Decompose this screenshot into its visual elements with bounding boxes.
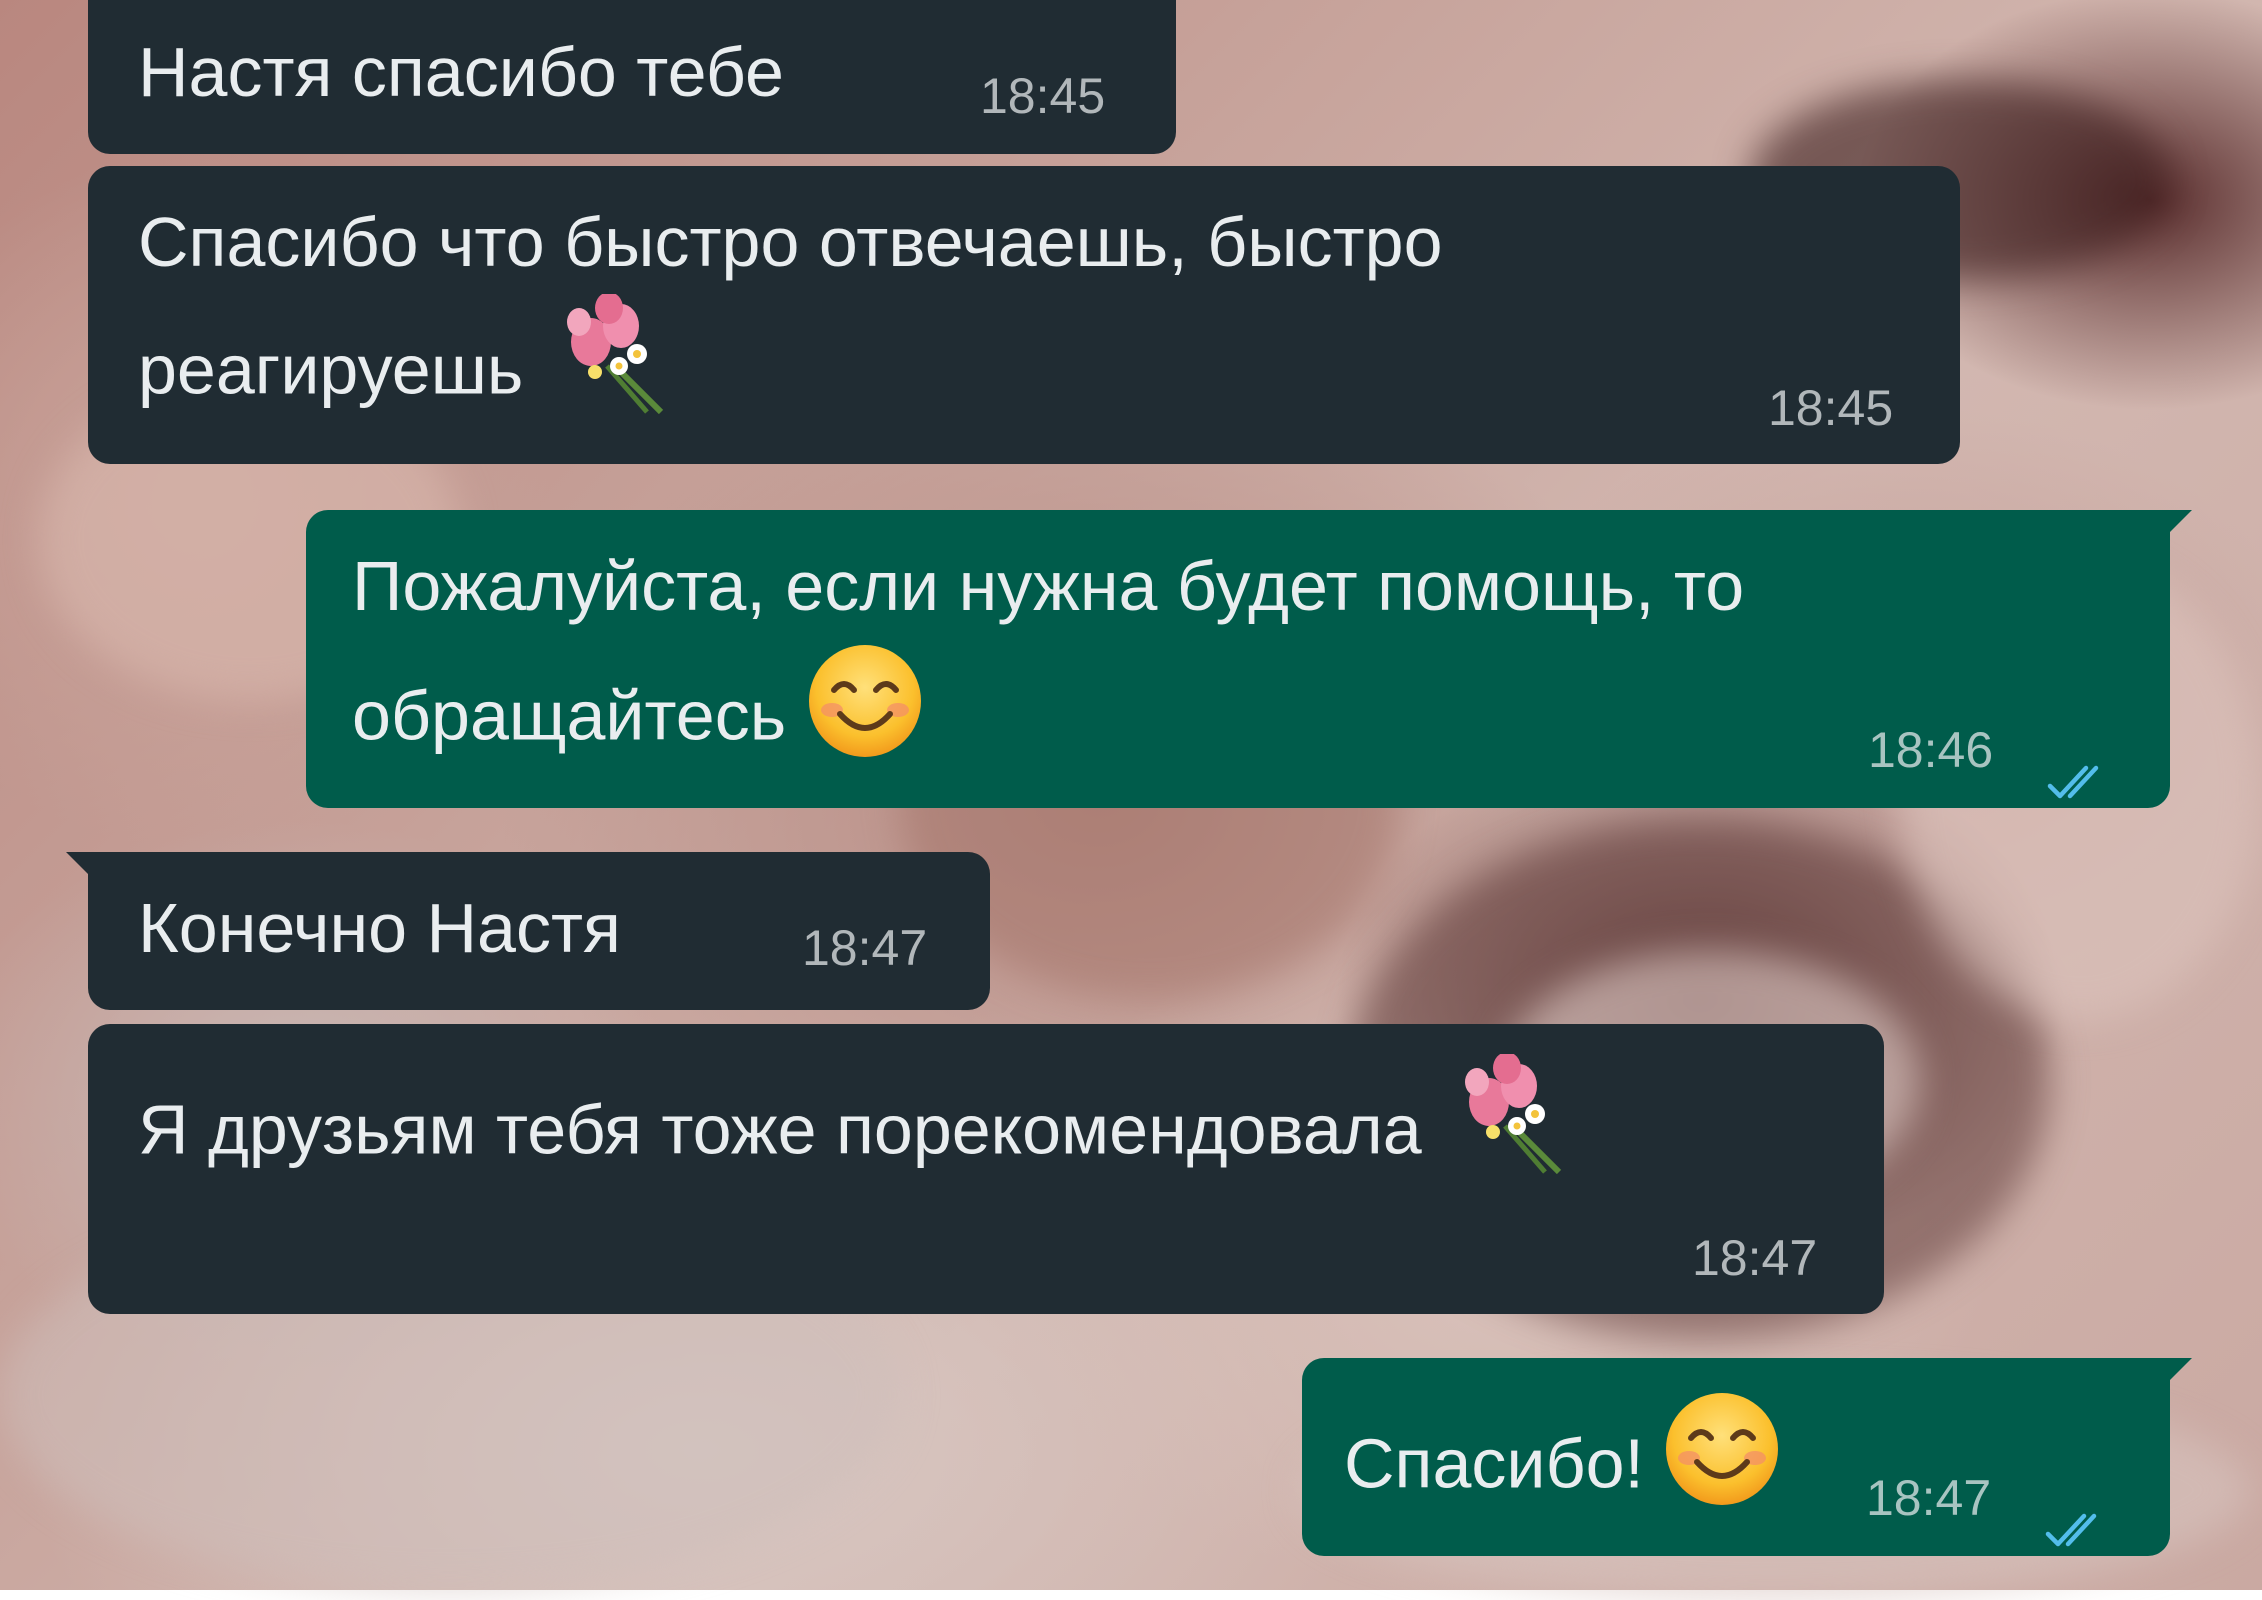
message-time: 18:45 <box>980 68 1106 124</box>
message-text-line1: Я друзьям тебя тоже порекомендовала <box>138 1052 1569 1196</box>
message-bubble-incoming[interactable]: Я друзьям тебя тоже порекомендовала 18:4… <box>88 1024 1884 1314</box>
message-text: Настя спасибо тебе <box>138 33 784 111</box>
message-time: 18:47 <box>1692 1230 1818 1286</box>
read-receipt-icon <box>2044 1480 2108 1547</box>
message-text: реагируешь <box>138 330 524 409</box>
message-time: 18:46 <box>1868 722 1994 778</box>
message-bubble-incoming[interactable]: Настя спасибо тебе 18:45 <box>88 0 1176 154</box>
message-text-line1: Спасибо! <box>1344 1393 1781 1530</box>
bouquet-icon <box>561 292 671 436</box>
smiling-face-icon <box>1663 1390 1781 1530</box>
bouquet-icon <box>1459 1052 1569 1196</box>
message-text: Спасибо что быстро отвечаешь, быстро <box>138 203 1443 281</box>
bubble-tail <box>66 852 96 882</box>
message-text: Спасибо! <box>1344 1424 1644 1503</box>
bubble-tail <box>2162 1358 2192 1388</box>
message-text: Конечно Настя <box>138 889 621 967</box>
message-bubble-incoming[interactable]: Спасибо что быстро отвечаешь, быстро реа… <box>88 166 1960 464</box>
message-bubble-incoming[interactable]: Конечно Настя 18:47 <box>66 852 990 1010</box>
message-time: 18:47 <box>802 920 928 976</box>
message-time: 18:47 <box>1866 1470 1992 1526</box>
message-text-line2: реагируешь <box>138 292 671 436</box>
message-time: 18:45 <box>1768 380 1894 436</box>
message-bubble-outgoing[interactable]: Спасибо! 18:47 <box>1302 1358 2192 1556</box>
message-text: Пожалуйста, если нужна будет помощь, то <box>352 547 1745 625</box>
bubble-tail <box>2162 510 2192 540</box>
message-text: обращайтесь <box>352 676 787 755</box>
message-text-line2: обращайтесь <box>352 645 924 782</box>
message-text: Я друзьям тебя тоже порекомендовала <box>138 1090 1422 1169</box>
read-receipt-icon <box>2046 732 2110 799</box>
smiling-face-icon <box>806 642 924 782</box>
message-bubble-outgoing[interactable]: Пожалуйста, если нужна будет помощь, то … <box>306 510 2192 808</box>
